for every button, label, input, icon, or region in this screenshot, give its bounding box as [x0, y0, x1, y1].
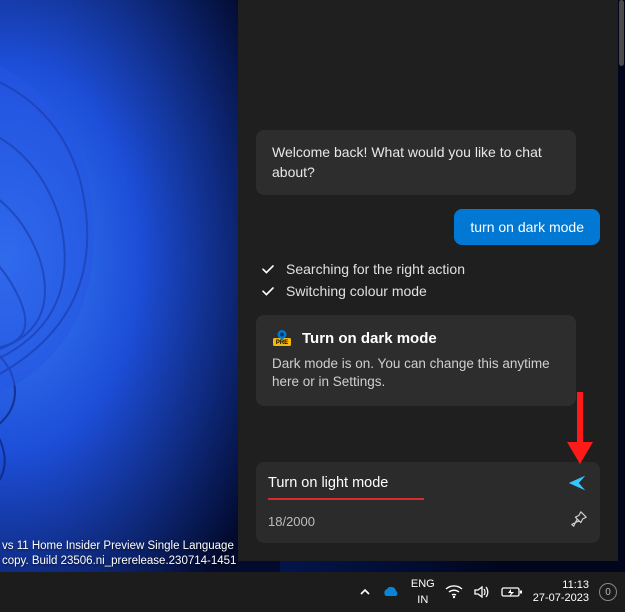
chat-input-container: 18/2000 [256, 462, 600, 543]
settings-preview-icon: PRE [272, 329, 292, 349]
lang-primary: ENG [411, 578, 435, 590]
action-progress: Searching for the right action Switching… [256, 259, 600, 301]
action-body-text: Dark mode is on. You can change this any… [272, 355, 560, 393]
battery-icon [501, 586, 523, 598]
annotation-underline [268, 498, 424, 500]
notification-count: 0 [605, 587, 611, 598]
tray-overflow-button[interactable] [359, 586, 371, 598]
system-clock[interactable]: 11:13 27-07-2023 [533, 579, 589, 604]
lang-secondary: IN [417, 594, 428, 606]
scrollbar-thumb[interactable] [619, 0, 624, 66]
battery-tray-icon[interactable] [501, 586, 523, 598]
chat-input[interactable] [268, 475, 558, 491]
cloud-icon [381, 585, 401, 599]
character-count: 18/2000 [268, 514, 315, 529]
pin-icon [570, 510, 588, 528]
checkmark-icon [260, 283, 276, 299]
assistant-message-text: Welcome back! What would you like to cha… [272, 144, 542, 180]
taskbar[interactable]: ENG IN 11:13 27-07-2023 0 [0, 572, 625, 612]
notification-center-button[interactable]: 0 [599, 583, 617, 601]
send-button[interactable] [566, 472, 588, 494]
progress-step-text: Searching for the right action [286, 261, 465, 277]
clock-date: 27-07-2023 [533, 592, 589, 605]
user-message: turn on dark mode [454, 209, 600, 245]
clock-time: 11:13 [562, 579, 589, 592]
progress-step: Switching colour mode [260, 283, 596, 299]
chat-message-area: Welcome back! What would you like to cha… [238, 0, 618, 454]
copilot-chat-panel: Welcome back! What would you like to cha… [238, 0, 618, 561]
watermark-line: vs 11 Home Insider Preview Single Langua… [2, 539, 236, 555]
svg-text:PRE: PRE [276, 340, 288, 346]
user-message-text: turn on dark mode [470, 219, 584, 235]
progress-step-text: Switching colour mode [286, 283, 427, 299]
checkmark-icon [260, 261, 276, 277]
progress-step: Searching for the right action [260, 261, 596, 277]
volume-tray-icon[interactable] [473, 585, 491, 599]
assistant-message: Welcome back! What would you like to cha… [256, 130, 576, 195]
speaker-icon [473, 585, 491, 599]
watermark-line: copy. Build 23506.ni_prerelease.230714-1… [2, 554, 236, 570]
pin-button[interactable] [570, 510, 588, 533]
wifi-tray-icon[interactable] [445, 585, 463, 599]
windows-watermark: vs 11 Home Insider Preview Single Langua… [0, 539, 236, 570]
chevron-up-icon [359, 586, 371, 598]
send-icon [566, 472, 588, 494]
onedrive-tray-icon[interactable] [381, 585, 401, 599]
action-result-card: PRE Turn on dark mode Dark mode is on. Y… [256, 315, 576, 407]
language-indicator[interactable]: ENG IN [411, 578, 435, 606]
wifi-icon [445, 585, 463, 599]
action-title: Turn on dark mode [302, 330, 437, 347]
